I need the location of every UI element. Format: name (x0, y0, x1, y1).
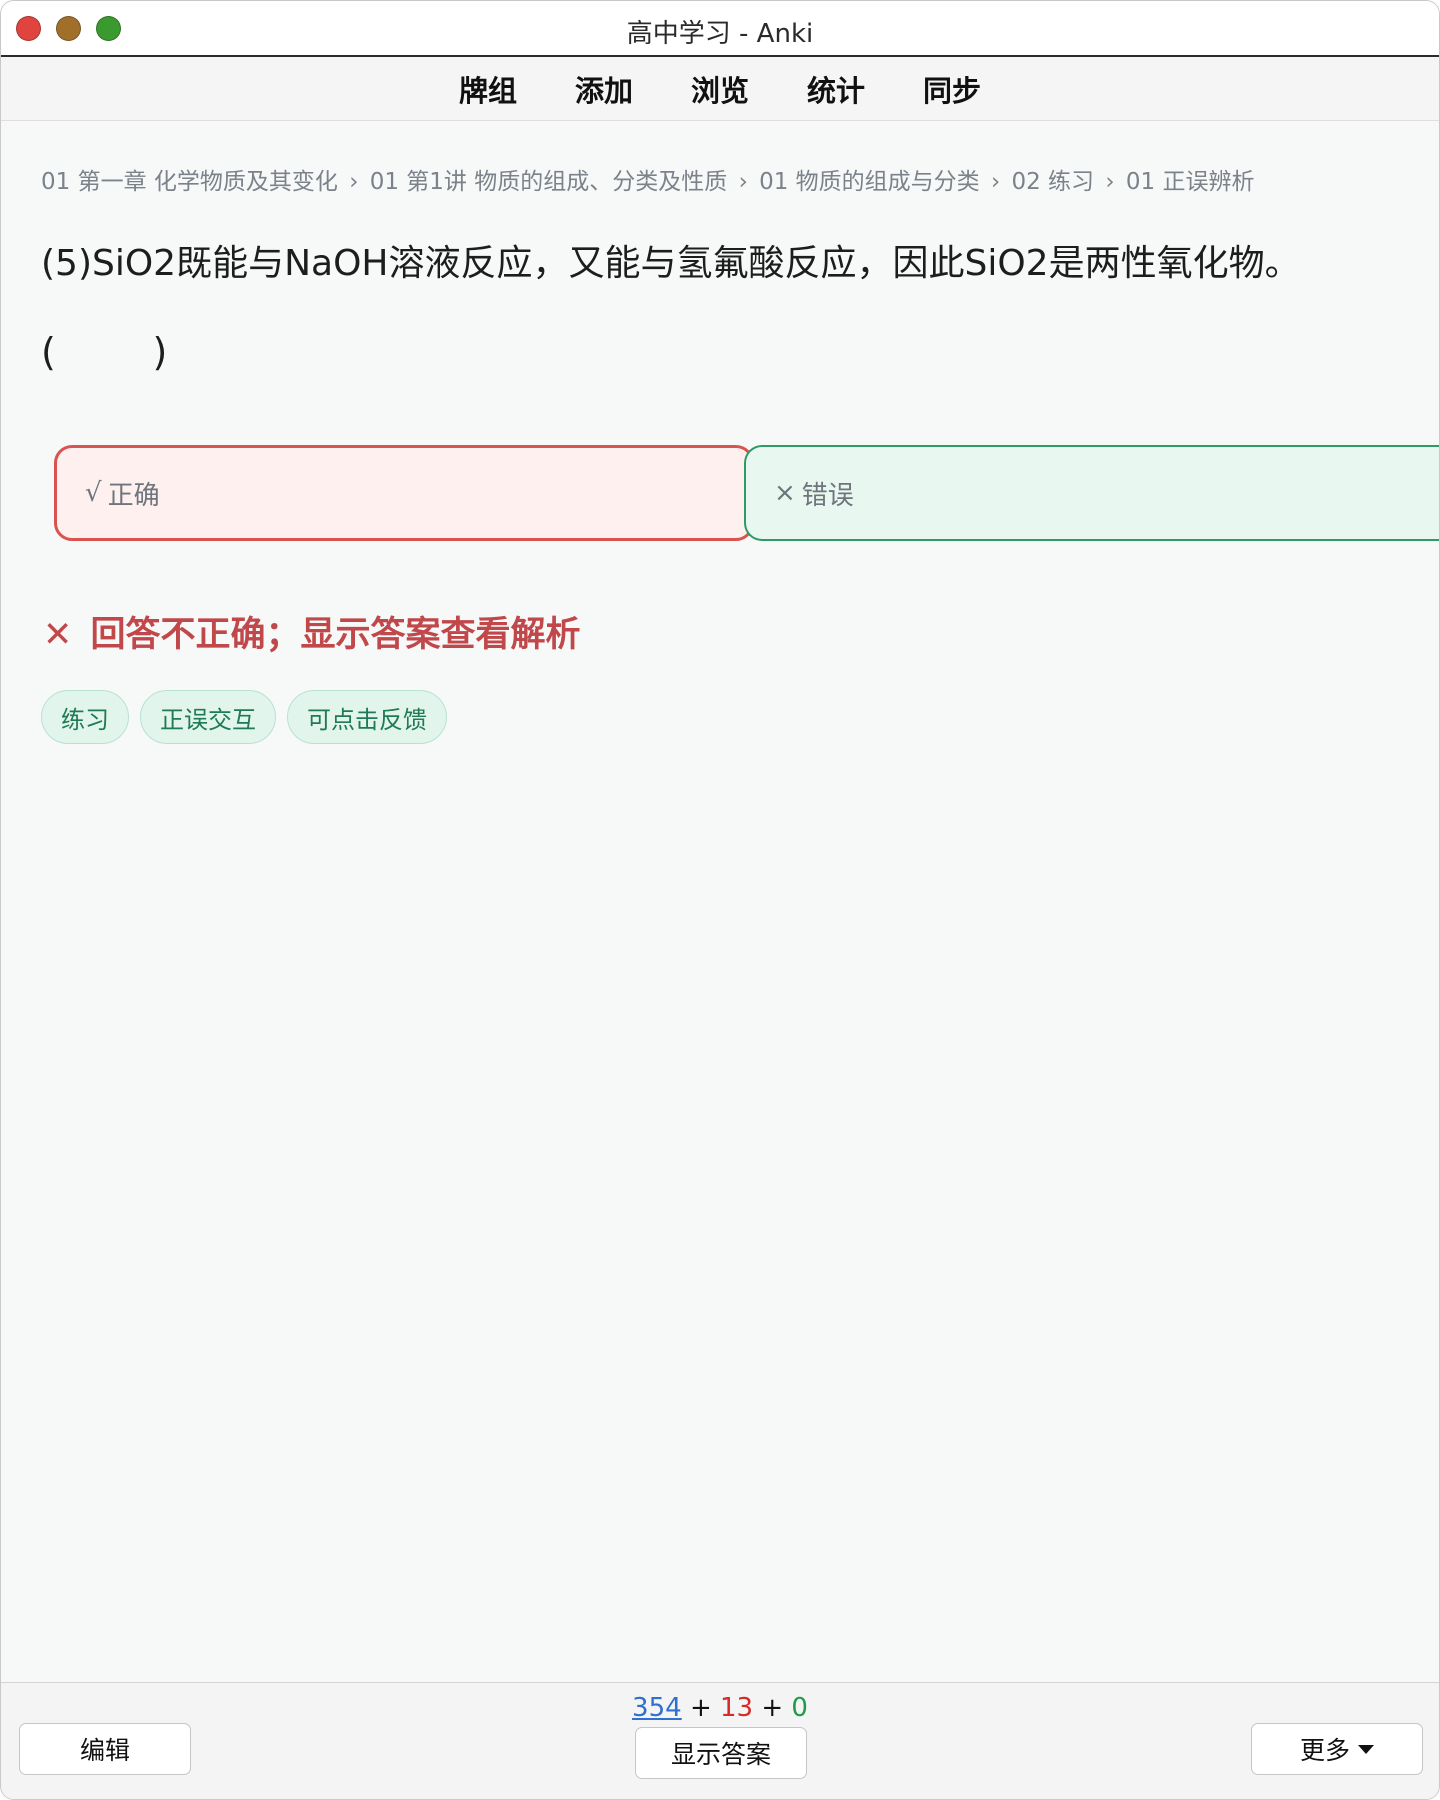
review-count: 0 (791, 1693, 808, 1723)
due-counts: 354 + 13 + 0 (1, 1693, 1439, 1723)
new-count[interactable]: 354 (632, 1693, 682, 1723)
tag-list: 练习 正误交互 可点击反馈 (41, 690, 458, 744)
feedback-message: ✕ 回答不正确；显示答案查看解析 (43, 606, 581, 657)
breadcrumb-item: 01 第一章 化学物质及其变化 (41, 169, 338, 195)
tag-clickable-feedback[interactable]: 可点击反馈 (287, 690, 447, 744)
title-bar: 高中学习 - Anki (1, 1, 1439, 57)
breadcrumb: 01 第一章 化学物质及其变化 › 01 第1讲 物质的组成、分类及性质 › 0… (41, 162, 1254, 196)
edit-button-label: 编辑 (79, 1736, 130, 1765)
question-text: (5)SiO2既能与NaOH溶液反应，又能与氢氟酸反应，因此SiO2是两性氧化物… (41, 243, 1301, 284)
breadcrumb-separator: › (349, 169, 359, 195)
learn-count: 13 (720, 1693, 754, 1723)
more-button[interactable]: 更多 (1251, 1723, 1423, 1775)
cross-icon: × (774, 478, 796, 508)
bottom-bar: 354 + 13 + 0 编辑 显示答案 更多 (1, 1682, 1439, 1799)
main-toolbar: 牌组 添加 浏览 统计 同步 (1, 57, 1439, 121)
breadcrumb-separator: › (990, 169, 1001, 195)
toolbar-stats[interactable]: 统计 (807, 68, 865, 110)
choice-correct-label: 正确 (107, 480, 160, 511)
window-title: 高中学习 - Anki (626, 19, 814, 49)
breadcrumb-item: 01 物质的组成与分类 (759, 169, 980, 195)
breadcrumb-separator: › (1105, 169, 1115, 195)
choice-correct-button[interactable]: √ 正确 (54, 445, 754, 541)
toolbar-sync[interactable]: 同步 (923, 68, 981, 110)
feedback-text: 回答不正确；显示答案查看解析 (90, 615, 581, 655)
check-icon: √ (85, 478, 102, 508)
toolbar-browse[interactable]: 浏览 (691, 68, 749, 110)
card-content: 01 第一章 化学物质及其变化 › 01 第1讲 物质的组成、分类及性质 › 0… (1, 122, 1439, 1682)
answer-blank: ( ) (41, 330, 168, 374)
show-answer-label: 显示答案 (670, 1740, 771, 1769)
choice-wrong-button[interactable]: × 错误 (744, 445, 1439, 541)
breadcrumb-item: 02 练习 (1011, 169, 1095, 195)
edit-button[interactable]: 编辑 (19, 1723, 191, 1775)
anki-window: 高中学习 - Anki 牌组 添加 浏览 统计 同步 01 第一章 化学物质及其… (0, 0, 1440, 1800)
tag-practice[interactable]: 练习 (41, 690, 129, 744)
show-answer-button[interactable]: 显示答案 (635, 1727, 807, 1779)
breadcrumb-item: 01 正误辨析 (1125, 169, 1255, 195)
x-mark-icon: ✕ (43, 615, 73, 655)
more-button-label: 更多 (1299, 1736, 1350, 1765)
choice-group: √ 正确 × 错误 (54, 445, 1439, 541)
choice-wrong-label: 错误 (801, 480, 854, 511)
count-plus: + (689, 1693, 712, 1723)
caret-down-icon (1358, 1744, 1374, 1754)
tag-true-false-interaction[interactable]: 正误交互 (140, 690, 276, 744)
breadcrumb-item: 01 第1讲 物质的组成、分类及性质 (369, 169, 728, 195)
toolbar-add[interactable]: 添加 (575, 68, 633, 110)
toolbar-decks[interactable]: 牌组 (459, 68, 517, 110)
breadcrumb-separator: › (738, 169, 748, 195)
count-plus: + (761, 1693, 784, 1723)
